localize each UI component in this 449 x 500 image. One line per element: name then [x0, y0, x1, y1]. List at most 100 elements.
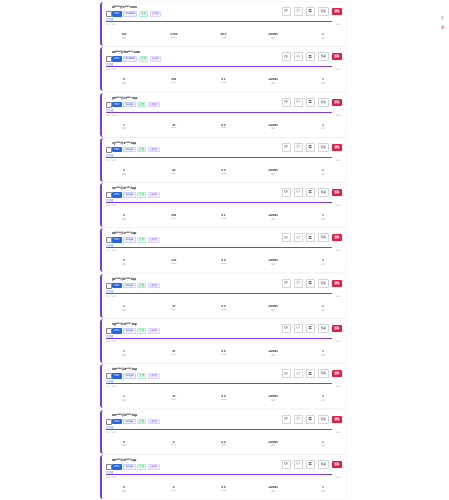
- tag-badge: Pro/Bard: [123, 11, 138, 17]
- tag-list: PRO Pro/Bard 正常 已同步: [112, 11, 162, 17]
- progress-fill: [106, 202, 332, 204]
- stats-row: 3 额度 141 Tokens 0.0 Credits ≤20/90 剩余 1 可用: [106, 258, 341, 266]
- refresh-icon[interactable]: ⟳: [281, 188, 291, 198]
- tag-badge: 已同步: [147, 192, 160, 198]
- stat-value: 100: [121, 32, 127, 36]
- delete-button[interactable]: 删除: [331, 279, 342, 287]
- user-icon[interactable]: ⚇: [293, 233, 303, 243]
- stat-value: 202: [171, 213, 177, 218]
- refresh-icon[interactable]: ⟳: [281, 7, 291, 16]
- stat-value: 2: [123, 213, 125, 218]
- tag-badge: PRO: [112, 373, 122, 379]
- detail-button[interactable]: 查看: [317, 142, 329, 152]
- refresh-icon[interactable]: ⟳: [281, 414, 291, 424]
- stat-item: 3 额度: [106, 168, 142, 176]
- tag-badge: 已同步: [149, 11, 162, 17]
- stat-value: 0.1: [221, 213, 226, 218]
- copy-icon[interactable]: ⧉: [305, 278, 315, 288]
- stat-value: 141: [171, 258, 177, 263]
- copy-icon[interactable]: ⧉: [305, 142, 315, 152]
- stat-item: 1 可用: [305, 213, 341, 221]
- stat-value: 1: [322, 303, 324, 308]
- refresh-icon[interactable]: ⟳: [281, 52, 291, 62]
- detail-button[interactable]: 查看: [317, 278, 329, 288]
- stat-label: 可用: [321, 354, 325, 357]
- copy-icon[interactable]: ⧉: [305, 324, 315, 334]
- delete-button[interactable]: 删除: [331, 415, 342, 423]
- tag-badge: PRO: [112, 56, 122, 62]
- copy-icon[interactable]: ⧉: [305, 233, 315, 243]
- stat-item: 0.0 Credits: [206, 304, 242, 312]
- progress-percent: 100%: [335, 250, 341, 253]
- user-icon[interactable]: ⚇: [293, 369, 303, 379]
- detail-button[interactable]: 查看: [317, 52, 329, 62]
- copy-icon[interactable]: ⧉: [305, 414, 315, 424]
- user-icon[interactable]: ⚇: [293, 52, 303, 62]
- copy-icon[interactable]: ⧉: [305, 459, 315, 469]
- refresh-icon[interactable]: ⟳: [281, 233, 291, 243]
- delete-button[interactable]: 删除: [331, 143, 342, 151]
- stats-row: 1 额度 47 Tokens 0.0 Credits ≤20/90 剩余 1 可用: [106, 304, 341, 312]
- refresh-icon[interactable]: ⟳: [281, 97, 291, 107]
- refresh-icon[interactable]: ⟳: [281, 459, 291, 469]
- user-icon[interactable]: ⚇: [293, 324, 303, 334]
- refresh-icon[interactable]: ⟳: [281, 324, 291, 334]
- delete-button[interactable]: 删除: [331, 325, 342, 333]
- stat-item: ≤20/90 剩余: [255, 349, 291, 357]
- copy-icon[interactable]: ⧉: [305, 7, 315, 16]
- stat-value: 29.4: [220, 32, 227, 36]
- detail-button[interactable]: 查看: [317, 233, 329, 243]
- progress-percent: 100%: [335, 159, 341, 162]
- delete-button[interactable]: 删除: [331, 370, 342, 378]
- tag-badge: Google: [123, 328, 136, 334]
- stat-value: ≤20/90: [268, 439, 278, 444]
- copy-icon[interactable]: ⧉: [305, 52, 315, 62]
- stat-item: 0.0 Credits: [206, 349, 242, 357]
- action-bar: ⟳ ⚇ ⧉ 查看 删除: [281, 233, 342, 243]
- copy-icon[interactable]: ⧉: [305, 369, 315, 379]
- user-icon[interactable]: ⚇: [293, 97, 303, 107]
- stat-label: Credits: [220, 217, 227, 220]
- stat-value: 0.0: [221, 167, 226, 172]
- delete-button[interactable]: 删除: [331, 234, 342, 242]
- delete-button[interactable]: 删除: [331, 98, 342, 106]
- copy-icon[interactable]: ⧉: [305, 97, 315, 107]
- detail-button[interactable]: 查看: [317, 188, 329, 198]
- tag-badge: 正常: [137, 282, 147, 289]
- detail-button[interactable]: 查看: [317, 369, 329, 379]
- user-icon[interactable]: ⚇: [293, 142, 303, 152]
- detail-button[interactable]: 查看: [317, 7, 329, 16]
- delete-button[interactable]: 删除: [331, 189, 342, 197]
- stat-value: 1: [322, 32, 324, 36]
- stat-item: 0 额度: [106, 440, 142, 448]
- stat-label: Tokens: [170, 353, 177, 356]
- copy-icon[interactable]: ⧉: [305, 188, 315, 198]
- action-bar: ⟳ ⚇ ⧉ 查看 删除: [281, 369, 342, 379]
- user-icon[interactable]: ⚇: [293, 278, 303, 288]
- user-icon[interactable]: ⚇: [293, 459, 303, 469]
- stat-item: 2 额度: [106, 213, 142, 221]
- user-icon[interactable]: ⚇: [293, 414, 303, 424]
- stat-value: ≤20/90: [268, 394, 278, 399]
- refresh-icon[interactable]: ⟳: [281, 278, 291, 288]
- user-icon[interactable]: ⚇: [293, 188, 303, 198]
- account-card: ad****@fra****.com PRO Pro/Bard 正常 已同步 已完成 DL2…: [100, 47, 346, 92]
- refresh-icon[interactable]: ⟳: [281, 369, 291, 379]
- side-settings-icon[interactable]: ⚙: [441, 25, 445, 31]
- user-icon[interactable]: ⚇: [293, 7, 303, 16]
- side-collapse-icon[interactable]: ⇱: [441, 16, 445, 22]
- stat-label: 剩余: [271, 173, 276, 176]
- detail-button[interactable]: 查看: [317, 459, 329, 469]
- detail-button[interactable]: 查看: [317, 324, 329, 334]
- stat-label: 可用: [321, 490, 325, 493]
- progress-percent: 100%: [335, 295, 341, 298]
- delete-button[interactable]: 删除: [331, 460, 342, 468]
- delete-button[interactable]: 删除: [331, 53, 342, 61]
- detail-button[interactable]: 查看: [317, 414, 329, 424]
- stats-row: 1 额度 47 Tokens 0.0 Credits ≤20/90 剩余 1 可用: [106, 123, 341, 131]
- refresh-icon[interactable]: ⟳: [281, 142, 291, 152]
- delete-button[interactable]: 删除: [331, 8, 342, 15]
- tag-badge: PRO: [112, 192, 122, 198]
- detail-button[interactable]: 查看: [317, 97, 329, 107]
- stat-item: 3 额度: [106, 258, 142, 266]
